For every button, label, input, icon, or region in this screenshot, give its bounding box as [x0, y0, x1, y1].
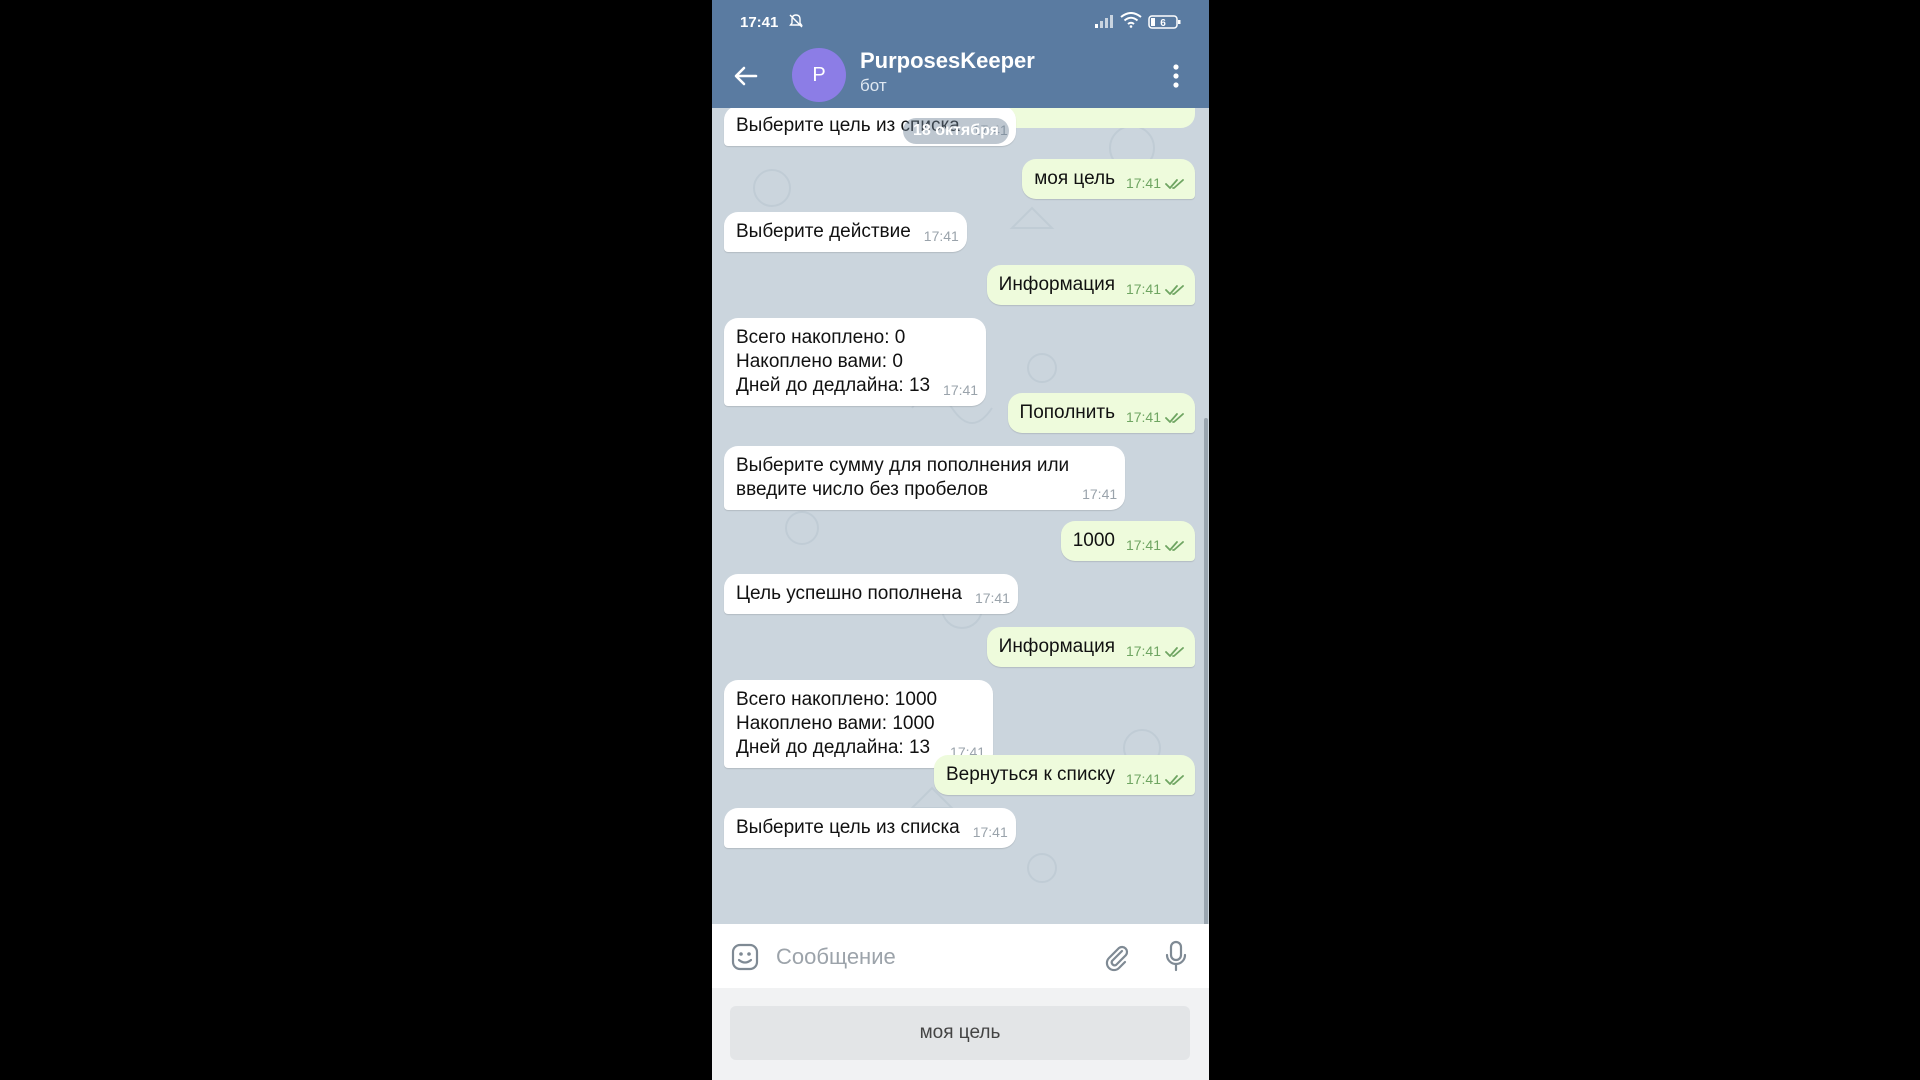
incoming-message[interactable]: Выберите действие 17:41	[724, 212, 967, 252]
scrollbar[interactable]	[1204, 418, 1208, 924]
more-vert-icon[interactable]	[1172, 62, 1180, 90]
message-meta: 17:41	[975, 586, 1010, 610]
message-text: моя цель	[1034, 168, 1115, 189]
message-meta: 17:41	[924, 224, 959, 248]
wifi-icon	[1120, 12, 1142, 28]
bot-avatar[interactable]: P	[792, 48, 846, 102]
back-arrow-icon[interactable]	[732, 62, 760, 90]
message-time: 17:41	[1125, 175, 1161, 191]
message-time: 17:41	[1125, 409, 1161, 425]
signal-icon	[1095, 15, 1113, 28]
incoming-message[interactable]: Выберите сумму для пополнения или введит…	[724, 446, 1126, 510]
message-text: Пополнить	[1019, 402, 1115, 423]
read-double-check-icon	[1165, 285, 1184, 295]
status-bar: 17:41 6	[712, 0, 1209, 44]
outgoing-message[interactable]: моя цель 17:41	[1022, 159, 1195, 199]
status-time: 17:41	[740, 14, 779, 31]
message-meta: 17:41	[1126, 639, 1185, 663]
incoming-message[interactable]: Всего накоплено: 0 Накоплено вами: 0 Дне…	[724, 318, 987, 406]
attach-icon[interactable]	[1102, 942, 1132, 972]
message-time: 17:41	[1082, 486, 1118, 502]
message-meta: 17:41	[1126, 171, 1185, 195]
message-time: 17:41	[1125, 537, 1161, 553]
phone-screen: 17:41 6 P PurposesKeeper бот Выберите це…	[712, 0, 1209, 1080]
message-meta: 17:41	[973, 820, 1008, 844]
message-text: Выберите цель из списка	[736, 817, 960, 838]
message-meta: 17:41	[1126, 533, 1185, 557]
message-time: 17:41	[972, 824, 1008, 840]
message-time: 17:41	[1125, 281, 1161, 297]
date-separator: 18 октября	[903, 118, 1009, 144]
battery-level: 6	[1160, 18, 1166, 29]
chat-subtitle: бот	[860, 76, 887, 95]
message-time: 17:41	[1125, 771, 1161, 787]
message-meta: 17:41	[1082, 482, 1117, 506]
message-text: Информация	[998, 636, 1115, 657]
outgoing-message[interactable]: 1000 17:41	[1060, 521, 1195, 561]
message-time: 17:41	[923, 228, 959, 244]
read-double-check-icon	[1165, 647, 1184, 657]
message-text: 1000	[1072, 530, 1115, 551]
message-text: Выберите действие	[736, 221, 911, 242]
message-text: Цель успешно пополнена	[736, 583, 962, 604]
microphone-icon[interactable]	[1164, 940, 1188, 972]
message-meta: 17:41	[1126, 277, 1185, 301]
read-double-check-icon	[1165, 541, 1184, 551]
incoming-message[interactable]: Цель успешно пополнена 17:41	[724, 574, 1018, 614]
outgoing-message[interactable]: Вернуться к списку 17:41	[934, 755, 1195, 795]
message-text: Вернуться к списку	[946, 764, 1115, 785]
message-meta: 17:41	[943, 378, 978, 402]
read-double-check-icon	[1165, 413, 1184, 423]
message-meta: 17:41	[1126, 405, 1185, 429]
outgoing-message[interactable]: Пополнить 17:41	[1007, 393, 1195, 433]
message-text: Всего накоплено: 1000 Накоплено вами: 10…	[736, 689, 938, 758]
message-input-bar	[712, 924, 1209, 988]
keyboard-button-goal[interactable]: моя цель	[730, 1006, 1190, 1060]
outgoing-message[interactable]: Информация 17:41	[986, 265, 1195, 305]
sticker-icon[interactable]	[730, 942, 760, 972]
read-double-check-icon	[1165, 775, 1184, 785]
chat-header: P PurposesKeeper бот	[712, 44, 1209, 108]
message-text: Выберите сумму для пополнения или введит…	[736, 455, 1070, 500]
message-meta: 17:41	[1126, 767, 1185, 791]
bot-reply-keyboard: моя цель	[712, 988, 1209, 1080]
message-time: 17:41	[974, 590, 1010, 606]
read-double-check-icon	[1165, 179, 1184, 189]
chat-title[interactable]: PurposesKeeper	[860, 48, 1035, 74]
message-text: Информация	[998, 274, 1115, 295]
message-time: 17:41	[1125, 643, 1161, 659]
message-input[interactable]	[774, 938, 1078, 976]
message-list[interactable]: Выберите цель из списка 17:41 моя цель 17:4…	[712, 108, 1209, 924]
message-time: 17:41	[943, 382, 979, 398]
message-text: Всего накоплено: 0 Накоплено вами: 0 Дне…	[736, 327, 931, 396]
bell-muted-icon	[789, 14, 803, 28]
battery-icon: 6	[1148, 14, 1182, 34]
outgoing-message[interactable]: Информация 17:41	[986, 627, 1195, 667]
incoming-message[interactable]: Выберите цель из списка 17:41	[724, 808, 1016, 848]
